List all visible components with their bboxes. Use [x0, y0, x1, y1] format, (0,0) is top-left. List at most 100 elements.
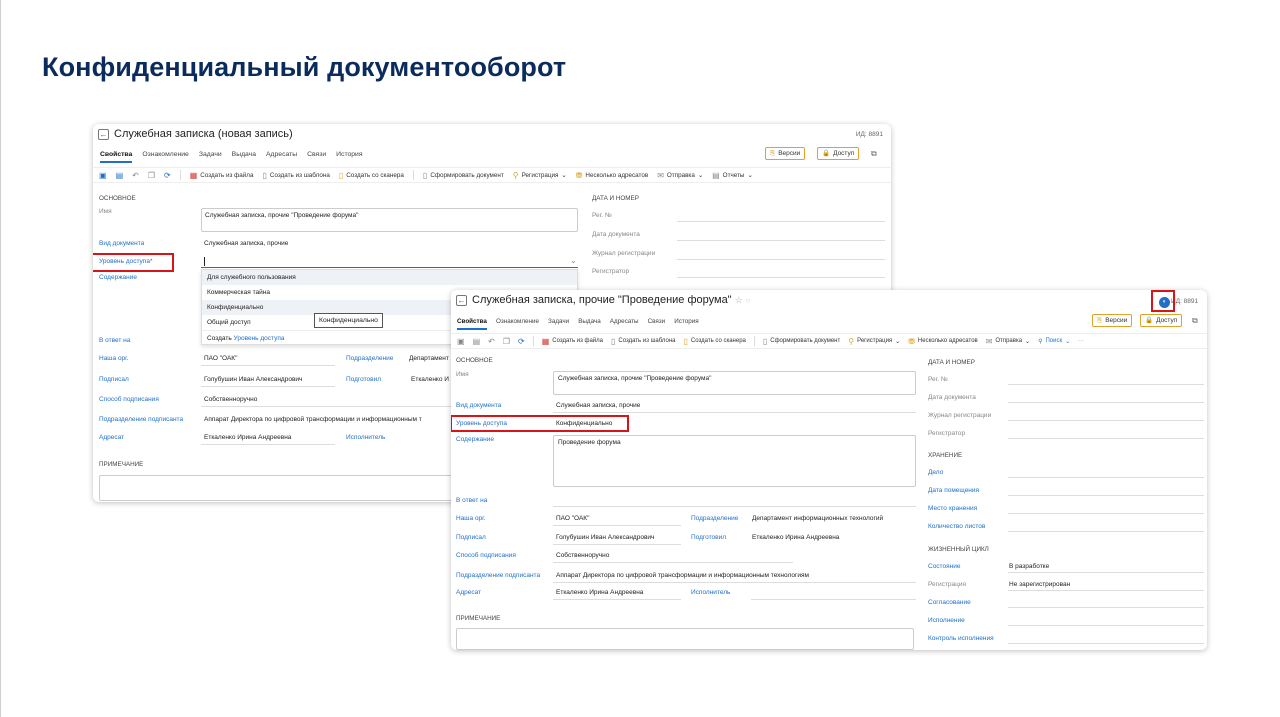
reports-menu[interactable]: ▤ Отчеты ⌄ — [712, 171, 753, 180]
label-registrar: Регистратор — [928, 430, 966, 437]
label-sign-method[interactable]: Способ подписания — [456, 552, 516, 559]
document-icon: ▯ — [422, 170, 428, 180]
tab-links[interactable]: Связи — [648, 318, 666, 330]
create-from-template-button[interactable]: ▯ Создать из шаблона — [611, 337, 676, 346]
people-icon: ⛃ — [908, 336, 915, 346]
create-from-template-button[interactable]: ▯ Создать из шаблона — [262, 171, 329, 180]
tab-properties[interactable]: Свойства — [457, 318, 487, 330]
save-icon[interactable]: ▣ — [457, 337, 465, 346]
refresh-icon[interactable]: ⟳ — [518, 337, 525, 346]
save-close-icon[interactable]: ▤ — [473, 337, 481, 346]
label-signed[interactable]: Подписал — [99, 376, 129, 383]
create-from-file-button[interactable]: ▦ Создать из файла — [190, 171, 254, 180]
label-reply-to[interactable]: В ответ на — [456, 497, 487, 504]
multiple-addressees-button[interactable]: ⛃ Несколько адресатов — [576, 171, 648, 180]
name-value: Служебная записка, прочие "Проведение фо… — [558, 375, 712, 382]
prepared-value: Еткаленко И — [411, 376, 449, 383]
label-approval[interactable]: Согласование — [928, 599, 971, 606]
label-storage-place[interactable]: Место хранения — [928, 505, 977, 512]
doc-type-value: Служебная записка, прочие — [204, 240, 289, 247]
tab-links[interactable]: Связи — [307, 151, 326, 163]
registration-menu[interactable]: ⚲ Регистрация ⌄ — [848, 337, 900, 346]
generate-document-button[interactable]: ▯ Сформировать документ — [423, 171, 504, 180]
access-button[interactable]: 🔒 Доступ — [817, 147, 860, 160]
tab-issue[interactable]: Выдача — [578, 318, 601, 330]
doc-date-line — [1008, 402, 1204, 403]
tab-addressees[interactable]: Адресаты — [266, 151, 297, 163]
tab-acquaintance[interactable]: Ознакомление — [496, 318, 539, 330]
label-content[interactable]: Содержание — [99, 274, 137, 281]
label-doc-type[interactable]: Вид документа — [99, 240, 144, 247]
more-menu[interactable]: ··· — [1078, 338, 1084, 344]
multiple-addressees-button[interactable]: ⛃ Несколько адресатов — [908, 337, 978, 346]
tab-addressees[interactable]: Адресаты — [610, 318, 639, 330]
tab-properties[interactable]: Свойства — [100, 151, 133, 163]
tab-history[interactable]: История — [674, 318, 698, 330]
label-dept[interactable]: Подразделение — [346, 355, 393, 362]
label-prepared[interactable]: Подготовил — [346, 376, 381, 383]
label-sign-dept[interactable]: Подразделение подписанта — [456, 572, 540, 579]
label-sign-method[interactable]: Способ подписания — [99, 396, 159, 403]
reg-no-line — [1008, 384, 1204, 385]
sign-method-value: Собственноручно — [204, 396, 258, 403]
label-case[interactable]: Дело — [928, 469, 943, 476]
label-our-org[interactable]: Наша орг. — [456, 515, 486, 522]
registration-menu[interactable]: ⚲ Регистрация ⌄ — [513, 171, 567, 180]
access-button[interactable]: 🔒 Доступ — [1140, 314, 1183, 327]
note-field[interactable] — [456, 628, 914, 650]
tab-tasks[interactable]: Задачи — [548, 318, 569, 330]
label-signed[interactable]: Подписал — [456, 534, 486, 541]
label-sheets[interactable]: Количество листов — [928, 523, 985, 530]
label-prepared[interactable]: Подготовил — [691, 534, 726, 541]
window-icon[interactable]: ⧉ — [1192, 316, 1198, 326]
label-our-org[interactable]: Наша орг. — [99, 355, 129, 362]
label-state[interactable]: Состояние — [928, 563, 960, 570]
label-sign-dept[interactable]: Подразделение подписанта — [99, 416, 183, 423]
versions-button[interactable]: ⎘ Версии — [765, 147, 806, 160]
window-icon[interactable]: ⧉ — [871, 149, 877, 159]
doc-type-line — [553, 412, 916, 413]
tab-acquaintance[interactable]: Ознакомление — [142, 151, 189, 163]
back-arrow-icon[interactable]: ← — [456, 295, 467, 306]
undo-icon[interactable]: ↶ — [488, 337, 495, 346]
create-from-scanner-button[interactable]: ▯ Создать со сканера — [339, 171, 404, 180]
back-arrow-icon[interactable]: ← — [98, 129, 109, 140]
refresh-icon[interactable]: ⟳ — [164, 171, 171, 180]
copy-icon[interactable]: ❐ — [503, 337, 510, 346]
storage-place-line — [1008, 513, 1204, 514]
undo-icon[interactable]: ↶ — [132, 171, 139, 180]
create-from-file-button[interactable]: ▦ Создать из файла — [542, 337, 603, 346]
label-doc-type[interactable]: Вид документа — [456, 402, 501, 409]
search-menu[interactable]: ⚲ Поиск ⌄ — [1038, 338, 1070, 345]
send-menu[interactable]: ✉ Отправка ⌄ — [657, 171, 703, 180]
versions-button[interactable]: ⎘ Версии — [1092, 314, 1133, 327]
access-level-input-line[interactable] — [201, 267, 578, 268]
save-icon[interactable]: ▣ — [99, 171, 107, 180]
label-reply-to[interactable]: В ответ на — [99, 337, 130, 344]
copy-icon[interactable]: ❐ — [148, 171, 155, 180]
tab-issue[interactable]: Выдача — [232, 151, 256, 163]
send-menu[interactable]: ✉ Отправка ⌄ — [986, 337, 1030, 346]
label-executor[interactable]: Исполнитель — [691, 589, 730, 596]
label-executor[interactable]: Исполнитель — [346, 434, 385, 441]
label-dept[interactable]: Подразделение — [691, 515, 738, 522]
option-for-official-use[interactable]: Для служебного пользования — [202, 270, 577, 285]
tab-history[interactable]: История — [336, 151, 362, 163]
label-addressee[interactable]: Адресат — [456, 589, 481, 596]
favorite-star-icon[interactable]: ☆ — [735, 295, 743, 305]
template-icon: ▯ — [262, 170, 267, 180]
save-close-icon[interactable]: ▤ — [116, 171, 124, 180]
label-exec-control[interactable]: Контроль исполнения — [928, 635, 994, 642]
create-from-scanner-button[interactable]: ▯ Создать со сканера — [684, 337, 746, 346]
label-content[interactable]: Содержание — [456, 436, 494, 443]
generate-document-button[interactable]: ▯ Сформировать документ — [763, 337, 840, 346]
state-value: В разработке — [1009, 563, 1050, 570]
label-execution[interactable]: Исполнение — [928, 617, 965, 624]
label-addressee[interactable]: Адресат — [99, 434, 124, 441]
label-doc-date: Дата документа — [928, 394, 976, 401]
document-card-saved: ← Служебная записка, прочие "Проведение … — [451, 290, 1207, 650]
label-doc-date: Дата документа — [592, 231, 640, 238]
chevron-down-icon[interactable]: ⌄ — [570, 256, 577, 265]
label-placed-date[interactable]: Дата помещения — [928, 487, 979, 494]
tab-tasks[interactable]: Задачи — [199, 151, 222, 163]
